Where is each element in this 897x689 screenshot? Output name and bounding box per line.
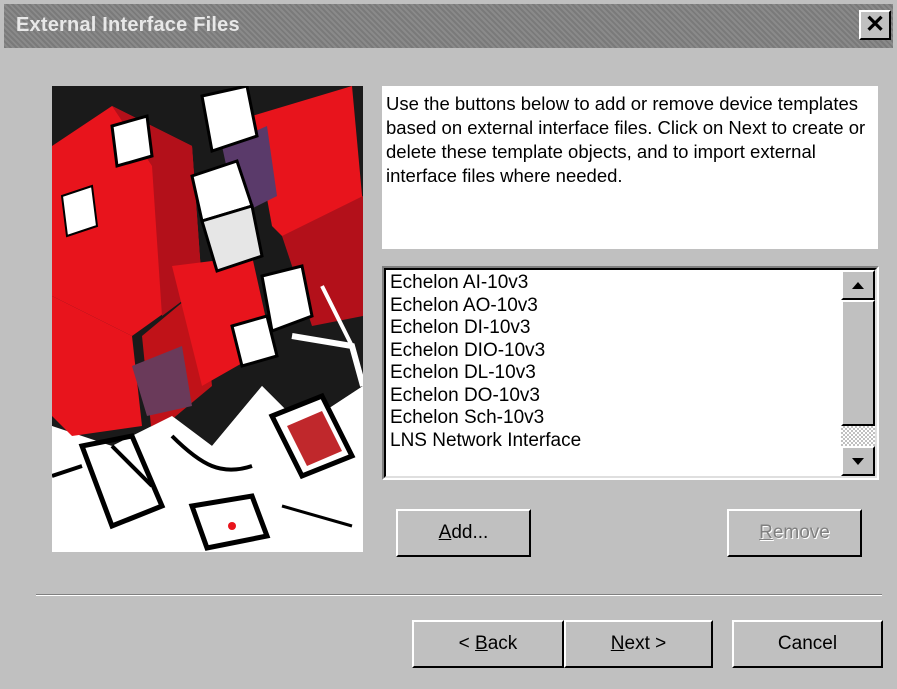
scroll-down-button[interactable] [841, 446, 875, 476]
window-title: External Interface Files [16, 14, 240, 36]
templates-listbox[interactable]: Echelon AI-10v3 Echelon AO-10v3 Echelon … [382, 266, 879, 480]
instructions-panel: Use the buttons below to add or remove d… [382, 86, 878, 249]
list-item[interactable]: Echelon DIO-10v3 [390, 340, 840, 363]
separator [36, 594, 882, 596]
scroll-down-arrow-icon [852, 457, 864, 465]
next-button[interactable]: Next > [564, 620, 713, 668]
vertical-scrollbar[interactable] [841, 270, 875, 476]
close-button[interactable]: ✕ [859, 10, 891, 40]
scroll-up-arrow-icon [852, 281, 864, 289]
wizard-illustration [52, 86, 363, 552]
back-button-prefix: < [458, 633, 476, 654]
back-button-label: ack [487, 633, 518, 654]
add-button-mnemonic: A [438, 522, 452, 543]
list-item[interactable]: Echelon AO-10v3 [390, 295, 840, 318]
scroll-thumb[interactable] [841, 300, 875, 426]
back-button-mnemonic: B [475, 633, 488, 654]
templates-list: Echelon AI-10v3 Echelon AO-10v3 Echelon … [390, 272, 840, 476]
list-item[interactable]: Echelon DL-10v3 [390, 362, 840, 385]
cancel-button-label: Cancel [777, 633, 838, 654]
close-icon: ✕ [864, 11, 886, 38]
title-bar[interactable]: External Interface Files ✕ [4, 4, 893, 48]
list-item[interactable]: Echelon Sch-10v3 [390, 407, 840, 430]
add-button[interactable]: Add... [396, 509, 531, 557]
external-interface-files-dialog: External Interface Files ✕ Use the butto… [0, 0, 897, 689]
list-item[interactable]: Echelon DI-10v3 [390, 317, 840, 340]
remove-button[interactable]: Remove [727, 509, 862, 557]
list-item[interactable]: LNS Network Interface [390, 430, 840, 453]
remove-button-mnemonic: R [759, 522, 773, 543]
list-item[interactable]: Echelon AI-10v3 [390, 272, 840, 295]
list-item[interactable]: Echelon DO-10v3 [390, 385, 840, 408]
remove-button-label: emove [772, 522, 830, 543]
next-button-label: ext > [624, 633, 667, 654]
add-button-label: dd... [451, 522, 489, 543]
back-button[interactable]: < Back [412, 620, 564, 668]
next-button-mnemonic: N [610, 633, 625, 654]
cancel-button[interactable]: Cancel [732, 620, 883, 668]
instructions-text: Use the buttons below to add or remove d… [386, 93, 866, 186]
scroll-up-button[interactable] [841, 270, 875, 300]
